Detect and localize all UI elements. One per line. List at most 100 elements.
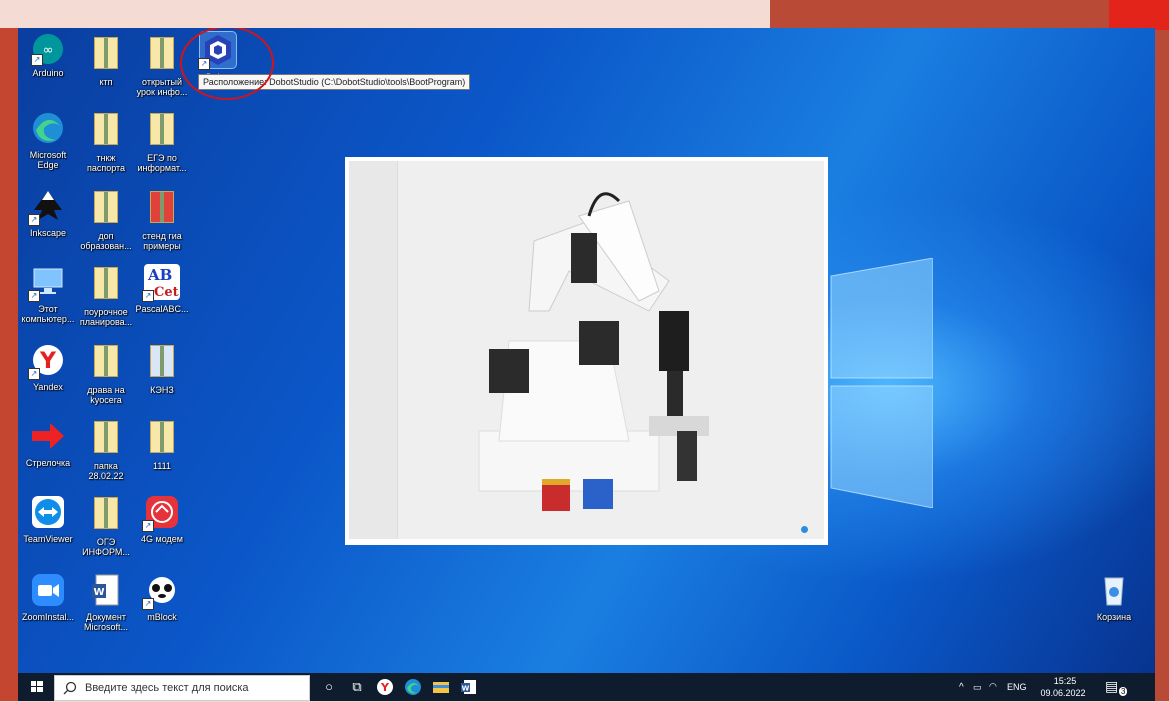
desktop-icon-label: КЭНЗ: [150, 385, 174, 395]
desktop-icon-label: TeamViewer: [23, 534, 73, 544]
desktop-icon-edge[interactable]: Microsoft Edge: [18, 110, 78, 170]
carousel-indicator-dot[interactable]: [801, 526, 808, 533]
desktop-icon-yandex[interactable]: Y ↗ Yandex: [18, 342, 78, 392]
folder-icon: [88, 113, 124, 149]
desktop-icon-folder[interactable]: КЭНЗ: [132, 342, 192, 395]
svg-text:Y: Y: [39, 349, 57, 374]
svg-text:∞: ∞: [43, 43, 54, 58]
folder-icon: [88, 421, 124, 457]
highlight-circle: [180, 28, 274, 100]
robot-arm-image: [349, 161, 824, 539]
folder-icon: [88, 345, 124, 381]
teamviewer-icon: [30, 494, 66, 530]
modem-icon: ↗: [142, 494, 180, 532]
folder-icon: [144, 113, 180, 149]
yandex-icon: Y ↗: [28, 342, 66, 380]
desktop-icon-label: Корзина: [1096, 612, 1132, 622]
folder-icon: [144, 345, 180, 381]
desktop-icon-label: папка 28.02.22: [88, 461, 124, 481]
desktop-icon-label: Inkscape: [29, 228, 67, 238]
desktop-icon-computer[interactable]: ↗ Этот компьютер...: [18, 264, 78, 324]
desktop-icon-arrow[interactable]: Стрелочка: [18, 418, 78, 468]
desktop-icon-label: Этот компьютер...: [21, 304, 75, 324]
desktop-icon-recycle-bin[interactable]: Корзина: [1084, 572, 1144, 622]
folder-icon: [88, 497, 124, 533]
svg-text:AB: AB: [147, 266, 172, 284]
word-icon: W: [88, 572, 124, 608]
edge-taskbar-icon[interactable]: [404, 678, 422, 696]
cortana-icon[interactable]: ○: [320, 678, 338, 696]
desktop-icon-label: тнкж паспорта: [86, 153, 126, 173]
slide-corner-accent: [1109, 0, 1169, 30]
svg-text:W: W: [93, 587, 104, 598]
pascal-icon: AB Cet ↗: [142, 264, 180, 302]
desktop-icon-label: ZoomInstal...: [21, 612, 75, 622]
mblock-icon: ↗: [142, 572, 180, 610]
clock-date[interactable]: 09.06.2022: [1035, 688, 1091, 698]
desktop-icon-teamviewer[interactable]: TeamViewer: [18, 494, 78, 544]
desktop-icon-label: Документ Microsoft...: [83, 612, 128, 632]
arduino-icon: ∞ ↗: [31, 34, 63, 66]
desktop-icon-folder[interactable]: поурочное планирова...: [76, 264, 136, 327]
desktop-icon-inkscape[interactable]: ↗ Inkscape: [18, 188, 78, 238]
desktop-icon-zoom[interactable]: ZoomInstal...: [18, 572, 78, 622]
desktop-icon-label: Microsoft Edge: [29, 150, 67, 170]
desktop-icon-mblock[interactable]: ↗ mBlock: [132, 572, 192, 622]
folder-icon: [144, 37, 180, 73]
svg-text:Y: Y: [380, 681, 390, 694]
slide-left-bar: [0, 28, 18, 701]
desktop-icon-folder[interactable]: доп образован...: [76, 188, 136, 251]
desktop-icon-pascal[interactable]: AB Cet ↗ PascalABC...: [132, 264, 192, 314]
input-language[interactable]: ENG: [1007, 682, 1027, 692]
robot-photo-frame: [345, 157, 828, 545]
desktop-icon-label: ОГЭ ИНФОРМ...: [82, 537, 130, 557]
file-explorer-icon[interactable]: [432, 678, 450, 696]
desktop-icon-label: mBlock: [147, 612, 177, 622]
desktop-icon-folder[interactable]: драва на kyocera: [76, 342, 136, 405]
desktop-icon-label: ЕГЭ по информат...: [137, 153, 187, 173]
system-tray: ^ ▭ ◠ ENG 15:25 09.06.2022 ▤ 3: [959, 675, 1149, 699]
photo-side-strip: [349, 161, 398, 539]
recycle-bin-icon: [1096, 572, 1132, 608]
search-placeholder: Введите здесь текст для поиска: [85, 682, 249, 694]
clock-time[interactable]: 15:25: [1045, 676, 1085, 686]
robot-arm-illustration: [349, 161, 824, 539]
desktop-icon-word-document[interactable]: W Документ Microsoft...: [76, 572, 136, 632]
inkscape-icon: ↗: [28, 188, 66, 226]
folder-icon: [88, 267, 124, 303]
taskbar: Введите здесь текст для поиска ○ ⧉ Y W ^…: [18, 673, 1155, 701]
notifications-icon[interactable]: ▤: [1105, 678, 1118, 695]
desktop-icon-label: Yandex: [33, 382, 63, 392]
desktop-icon-folder[interactable]: ЕГЭ по информат...: [132, 110, 192, 173]
desktop-icon-label: ктп: [99, 77, 113, 87]
wifi-icon[interactable]: ◠: [989, 681, 997, 692]
start-button[interactable]: [24, 677, 50, 697]
word-taskbar-icon[interactable]: W: [460, 678, 478, 696]
taskbar-search-box[interactable]: Введите здесь текст для поиска: [54, 675, 310, 701]
folder-icon: [144, 421, 180, 457]
folder-icon: [144, 191, 180, 227]
desktop-icon-modem[interactable]: ↗ 4G модем: [132, 494, 192, 544]
folder-icon: [88, 37, 124, 73]
desktop-icon-label: открытый урок инфо...: [136, 77, 188, 97]
yandex-taskbar-icon[interactable]: Y: [376, 678, 394, 696]
zoom-icon: [30, 572, 66, 608]
desktop-icon-folder[interactable]: ОГЭ ИНФОРМ...: [76, 494, 136, 557]
svg-text:Cet: Cet: [154, 285, 179, 300]
desktop-icon-label: стенд гиа примеры: [142, 231, 182, 251]
desktop-icon-arduino[interactable]: ∞ ↗ Arduino: [18, 34, 78, 78]
desktop-icon-folder[interactable]: тнкж паспорта: [76, 110, 136, 173]
battery-icon[interactable]: ▭: [973, 682, 982, 693]
desktop-icon-folder[interactable]: папка 28.02.22: [76, 418, 136, 481]
desktop-icon-label: Arduino: [32, 68, 64, 78]
folder-icon: [88, 191, 124, 227]
desktop[interactable]: ∞ ↗ Arduino Microsoft Edge ↗ Inkscape ↗ …: [18, 28, 1155, 673]
desktop-icon-folder[interactable]: 1111: [132, 418, 192, 471]
task-view-icon[interactable]: ⧉: [348, 678, 366, 696]
desktop-icon-folder[interactable]: ктп: [76, 34, 136, 87]
edge-icon: [30, 110, 66, 146]
desktop-icon-folder[interactable]: стенд гиа примеры: [132, 188, 192, 251]
desktop-icon-label: PascalABC...: [135, 304, 189, 314]
desktop-icon-label: доп образован...: [80, 231, 132, 251]
tray-chevron-up-icon[interactable]: ^: [959, 682, 964, 693]
